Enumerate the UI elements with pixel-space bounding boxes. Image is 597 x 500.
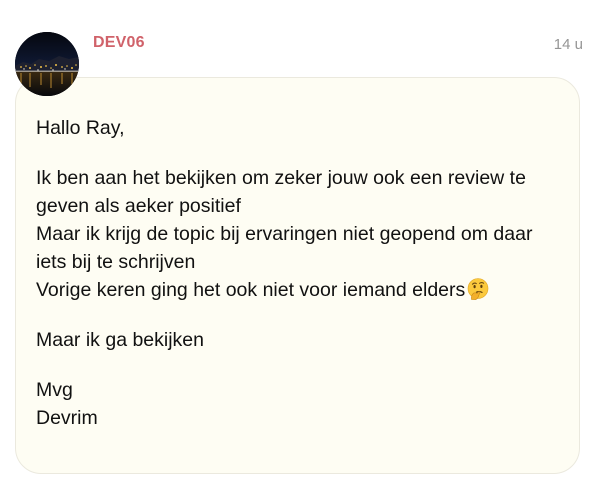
message-paragraph: Maar ik ga bekijken — [36, 329, 204, 351]
message-greeting: Hallo Ray, — [36, 117, 125, 139]
message-signoff: Mvg Devrim — [36, 376, 559, 432]
message-line: Ik ben aan het bekijken om zeker jouw oo… — [36, 167, 526, 217]
message-bubble: Hallo Ray, Ik ben aan het bekijken om ze… — [15, 77, 580, 474]
thinking-face-icon — [467, 278, 489, 300]
signoff-line: Mvg — [36, 379, 73, 401]
user-avatar[interactable] — [15, 32, 79, 96]
chat-post: DEV06 14 u Hallo Ray, Ik ben aan het bek… — [0, 0, 597, 500]
message-line-text: Vorige keren ging het ook niet voor iema… — [36, 279, 466, 301]
message-paragraph: Ik ben aan het bekijken om zeker jouw oo… — [36, 164, 559, 304]
post-timestamp[interactable]: 14 u — [554, 36, 583, 53]
message-line-with-emoji: Vorige keren ging het ook niet voor iema… — [36, 276, 559, 304]
avatar-image — [15, 32, 79, 96]
message-line: Maar ik krijg de topic bij ervaringen ni… — [36, 223, 533, 273]
signoff-name: Devrim — [36, 407, 98, 429]
post-username[interactable]: DEV06 — [93, 34, 145, 52]
